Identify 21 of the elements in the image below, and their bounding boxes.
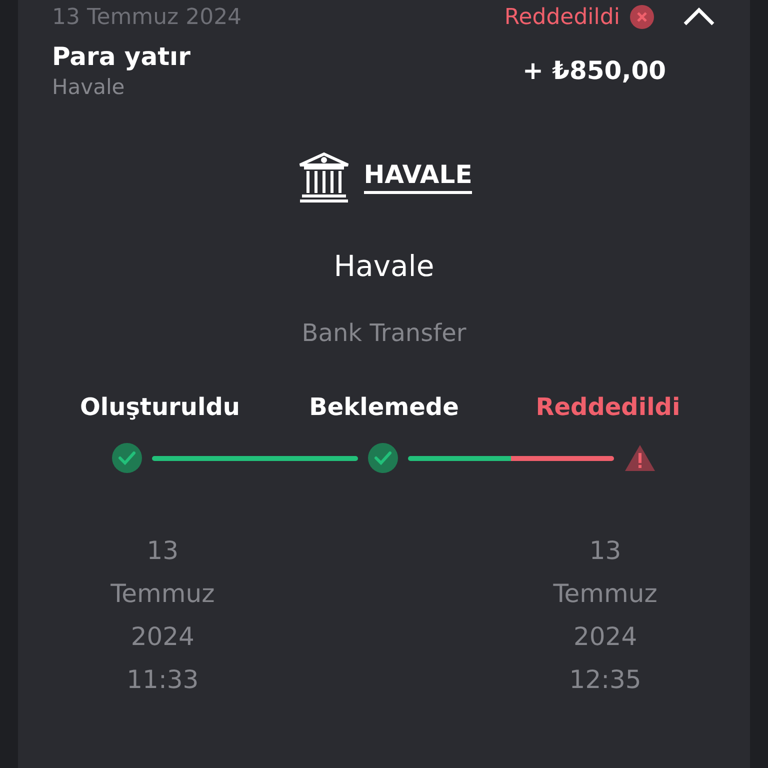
method-subtitle: Bank Transfer [300, 319, 468, 347]
step-date: 2024 [572, 621, 638, 653]
step-date: 2024 [130, 621, 196, 653]
transaction-title: Para yatır [52, 42, 190, 71]
chevron-up-icon[interactable] [682, 6, 716, 28]
close-icon [630, 5, 654, 29]
step-date: 11:33 [126, 664, 200, 696]
step-label: Beklemede [308, 393, 460, 421]
method-name: Havale [332, 249, 436, 283]
step-label: Oluşturuldu [79, 393, 241, 421]
transaction-date: 13 Temmuz 2024 [52, 4, 243, 30]
step-date: 12:35 [568, 664, 642, 696]
step-date: Temmuz [552, 578, 658, 610]
step-date: 13 [146, 535, 180, 567]
step-label: Reddedildi [534, 393, 682, 421]
step-date: Temmuz [110, 578, 216, 610]
status-label: Reddedildi [504, 4, 620, 30]
havale-logo-text: HAVALE [364, 160, 472, 194]
transaction-method: Havale [52, 75, 126, 99]
transaction-amount: + ₺850,00 [522, 56, 666, 85]
step-date: 13 [588, 535, 622, 567]
